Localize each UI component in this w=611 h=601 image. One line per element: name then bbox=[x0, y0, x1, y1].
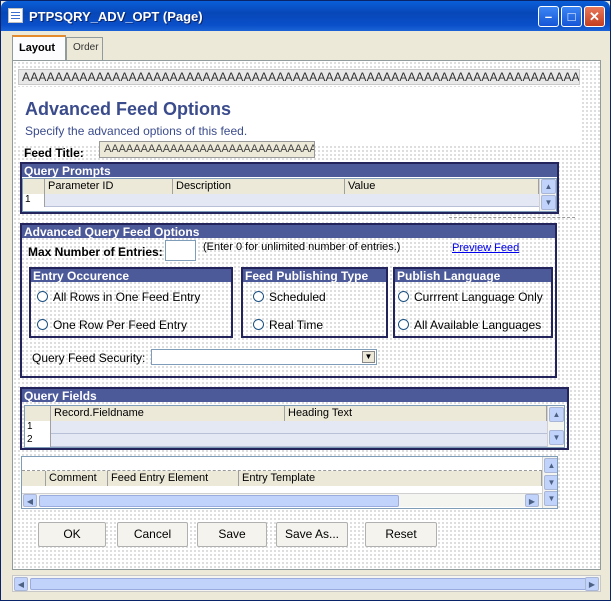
column-heading-text[interactable]: Heading Text bbox=[285, 406, 547, 421]
cancel-button[interactable]: Cancel bbox=[117, 522, 188, 547]
scroll-up-icon[interactable]: ▲ bbox=[541, 179, 556, 194]
radio-button-icon[interactable] bbox=[37, 291, 48, 302]
radio-all-languages[interactable]: All Available Languages bbox=[398, 318, 541, 332]
scroll-down-icon[interactable]: ▼ bbox=[541, 195, 556, 210]
query-feed-security-select[interactable]: ▼ bbox=[151, 349, 377, 365]
radio-button-icon[interactable] bbox=[398, 319, 409, 330]
radio-button-icon[interactable] bbox=[37, 319, 48, 330]
row-number: 1 bbox=[25, 421, 51, 434]
scroll-thumb[interactable] bbox=[30, 578, 596, 590]
query-prompts-scrollbar[interactable]: ▲ ▼ bbox=[539, 179, 556, 211]
row-number: 2 bbox=[25, 434, 51, 447]
query-fields-title: Query Fields bbox=[22, 389, 567, 402]
scroll-down-icon[interactable]: ▼ bbox=[544, 475, 557, 490]
column-record-fieldname[interactable]: Record.Fieldname bbox=[51, 406, 285, 421]
publish-language-group: Publish Language Currrent Language Only … bbox=[393, 267, 553, 338]
grid-corner bbox=[23, 179, 45, 194]
max-entries-hint: (Enter 0 for unlimited number of entries… bbox=[203, 241, 401, 253]
scroll-down-icon[interactable]: ▼ bbox=[549, 430, 564, 445]
maximize-icon[interactable]: □ bbox=[561, 6, 582, 27]
scroll-up-icon[interactable]: ▲ bbox=[544, 458, 557, 473]
scroll-down-icon[interactable]: ▼ bbox=[544, 491, 557, 506]
scroll-thumb[interactable] bbox=[39, 495, 399, 507]
advanced-options-title: Advanced Query Feed Options bbox=[22, 225, 555, 238]
tab-order[interactable]: Order bbox=[66, 37, 103, 60]
page-title: Advanced Feed Options bbox=[25, 99, 232, 119]
page-canvas: AAAAAAAAAAAAAAAAAAAAAAAAAAAAAAAAAAAAAAAA… bbox=[12, 60, 601, 570]
entry-template-grid: Comment Feed Entry Element Entry Templat… bbox=[21, 456, 558, 509]
close-icon[interactable]: ✕ bbox=[584, 6, 605, 27]
table-row[interactable] bbox=[51, 421, 547, 434]
query-prompts-grid: Parameter ID Description Value 1 ▲ ▼ bbox=[22, 178, 557, 212]
feed-title-label: Feed Title: bbox=[24, 146, 84, 160]
query-fields-grid: Record.Fieldname Heading Text 1 2 ▲ ▼ bbox=[24, 405, 565, 448]
advanced-options-group: Advanced Query Feed Options Max Number o… bbox=[20, 223, 557, 378]
app-window: PTPSQRY_ADV_OPT (Page) – □ ✕ Layout Orde… bbox=[0, 0, 611, 601]
grid-corner bbox=[22, 471, 46, 486]
column-comment[interactable]: Comment bbox=[46, 471, 108, 486]
radio-current-language[interactable]: Currrent Language Only bbox=[398, 290, 543, 304]
page-icon bbox=[8, 8, 23, 23]
scroll-up-icon[interactable]: ▲ bbox=[549, 407, 564, 422]
table-row[interactable] bbox=[51, 434, 547, 447]
column-value[interactable]: Value bbox=[345, 179, 539, 194]
radio-button-icon[interactable] bbox=[398, 291, 409, 302]
scroll-left-icon[interactable]: ◀ bbox=[23, 494, 37, 507]
page-hscroll[interactable]: ◀ ▶ bbox=[12, 575, 601, 592]
preview-feed-link[interactable]: Preview Feed bbox=[452, 242, 519, 254]
query-feed-security-label: Query Feed Security: bbox=[32, 351, 146, 365]
radio-one-row[interactable]: One Row Per Feed Entry bbox=[37, 318, 187, 332]
query-fields-scrollbar[interactable]: ▲ ▼ bbox=[547, 406, 564, 447]
column-feed-entry-element[interactable]: Feed Entry Element bbox=[108, 471, 239, 486]
query-fields-group: Query Fields Record.Fieldname Heading Te… bbox=[20, 387, 569, 450]
save-as-button[interactable]: Save As... bbox=[276, 522, 348, 547]
entry-grid-vscroll[interactable]: ▲ ▼ ▼ bbox=[542, 457, 557, 508]
max-entries-input[interactable] bbox=[165, 240, 196, 261]
column-entry-template[interactable]: Entry Template bbox=[239, 471, 542, 486]
scroll-right-icon[interactable]: ▶ bbox=[585, 577, 599, 591]
radio-scheduled[interactable]: Scheduled bbox=[253, 290, 326, 304]
title-bar[interactable]: PTPSQRY_ADV_OPT (Page) – □ ✕ bbox=[1, 1, 610, 31]
radio-real-time[interactable]: Real Time bbox=[253, 318, 323, 332]
column-description[interactable]: Description bbox=[173, 179, 345, 194]
radio-button-icon[interactable] bbox=[253, 291, 264, 302]
window-title: PTPSQRY_ADV_OPT (Page) bbox=[29, 9, 203, 24]
entry-occurrence-group: Entry Occurence All Rows in One Feed Ent… bbox=[29, 267, 233, 338]
top-field[interactable]: AAAAAAAAAAAAAAAAAAAAAAAAAAAAAAAAAAAAAAAA… bbox=[18, 69, 580, 85]
tab-layout[interactable]: Layout bbox=[12, 35, 66, 60]
chevron-down-icon[interactable]: ▼ bbox=[362, 351, 375, 363]
entry-occurrence-title: Entry Occurence bbox=[31, 269, 231, 282]
query-prompts-group: Query Prompts Parameter ID Description V… bbox=[20, 162, 559, 214]
scroll-right-icon[interactable]: ▶ bbox=[525, 494, 539, 507]
feed-title-field[interactable]: AAAAAAAAAAAAAAAAAAAAAAAAAAAAAA bbox=[99, 141, 315, 158]
entry-grid-hscroll[interactable]: ◀ ▶ bbox=[22, 493, 542, 507]
query-prompts-title: Query Prompts bbox=[22, 164, 557, 177]
radio-button-icon[interactable] bbox=[253, 319, 264, 330]
grid-corner bbox=[25, 406, 51, 421]
publish-language-title: Publish Language bbox=[395, 269, 551, 282]
row-number: 1 bbox=[23, 194, 45, 207]
max-entries-label: Max Number of Entries: bbox=[28, 245, 163, 259]
publishing-type-title: Feed Publishing Type bbox=[243, 269, 386, 282]
save-button[interactable]: Save bbox=[197, 522, 267, 547]
column-parameter-id[interactable]: Parameter ID bbox=[45, 179, 173, 194]
reset-button[interactable]: Reset bbox=[365, 522, 437, 547]
scroll-left-icon[interactable]: ◀ bbox=[14, 577, 28, 591]
radio-all-rows[interactable]: All Rows in One Feed Entry bbox=[37, 290, 200, 304]
ok-button[interactable]: OK bbox=[38, 522, 106, 547]
divider bbox=[449, 217, 575, 218]
page-subtext: Specify the advanced options of this fee… bbox=[25, 124, 248, 138]
table-row[interactable] bbox=[45, 194, 539, 207]
publishing-type-group: Feed Publishing Type Scheduled Real Time bbox=[241, 267, 388, 338]
minimize-icon[interactable]: – bbox=[538, 6, 559, 27]
